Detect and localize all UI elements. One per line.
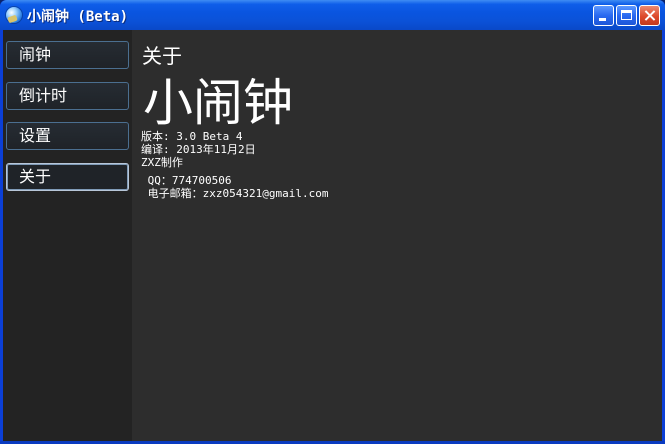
build-date-text: 编译: 2013年11月2日 [141,143,256,156]
sidebar: 闹钟 倒计时 设置 关于 [3,30,132,441]
version-text: 版本: 3.0 Beta 4 [141,130,243,143]
sidebar-item-settings[interactable]: 设置 [6,122,129,150]
window-title: 小闹钟 (Beta) [27,9,129,25]
close-button[interactable] [639,5,660,26]
sidebar-item-countdown[interactable]: 倒计时 [6,82,129,110]
app-name-heading: 小闹钟 [143,74,293,132]
app-window: 小闹钟 (Beta) 闹钟 倒计时 设置 关于 关于 小闹钟 版本: 3.0 B… [0,0,665,444]
email-text: 电子邮箱：zxz054321@gmail.com [141,187,329,200]
author-text: ZXZ制作 [141,156,183,169]
sidebar-item-alarm[interactable]: 闹钟 [6,41,129,69]
title-bar[interactable]: 小闹钟 (Beta) [0,0,665,30]
sidebar-item-about[interactable]: 关于 [6,163,129,191]
client-area: 闹钟 倒计时 设置 关于 关于 小闹钟 版本: 3.0 Beta 4 编译: 2… [3,30,662,441]
qq-text: QQ：774700506 [141,174,232,187]
about-panel: 关于 小闹钟 版本: 3.0 Beta 4 编译: 2013年11月2日 ZXZ… [132,30,662,441]
maximize-button[interactable] [616,5,637,26]
section-title: 关于 [142,44,182,68]
alarm-clock-icon [6,7,22,23]
minimize-button[interactable] [593,5,614,26]
